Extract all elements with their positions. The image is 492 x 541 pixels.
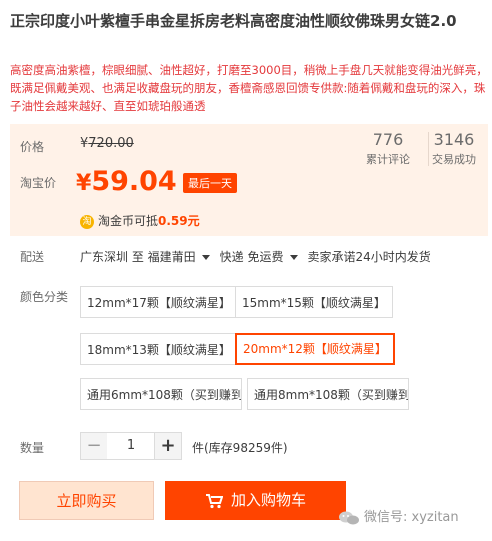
ship-to: 福建莆田 (147, 250, 196, 264)
quantity-label: 数量 (20, 441, 45, 455)
taojinbi-row: 淘淘金币可抵0.59元 (80, 212, 200, 229)
original-price: ¥720.00 (80, 136, 134, 151)
sales-count: 3146 (433, 130, 475, 149)
current-price-value: 59.04 (91, 166, 177, 197)
quantity-input[interactable] (107, 432, 155, 460)
option-12mm[interactable]: 12mm*17颗【顺纹满星】 (80, 286, 238, 318)
stock-text: 件(库存98259件) (192, 441, 288, 455)
ship-to-select[interactable]: 福建莆田 (148, 250, 220, 264)
wechat-icon (339, 511, 359, 524)
original-price-value: 720.00 (88, 136, 134, 151)
shipping-row: 广东深圳 至 福建莆田 快递 免运费 卖家承诺24小时内发货 (80, 248, 431, 265)
option-18mm[interactable]: 18mm*13颗【顺纹满星】 (80, 333, 238, 365)
option-8mm-108[interactable]: 通用8mm*108颗（买到赚到 (247, 378, 409, 410)
buy-now-button[interactable]: 立即购买 (19, 481, 154, 520)
wechat-watermark: 微信号: xyzitan (338, 506, 459, 526)
product-subtitle: 高密度高油紫檀，棕眼细腻、油性超好，打磨至3000目，稍微上手盘几天就能变得油光… (10, 63, 488, 113)
reviews-label: 累计评论 (366, 153, 410, 166)
price-label: 价格 (20, 140, 45, 154)
option-15mm[interactable]: 15mm*15颗【顺纹满星】 (235, 286, 393, 318)
ship-method-select[interactable]: 快递 免运费 (220, 250, 308, 264)
add-to-cart-button[interactable]: 加入购物车 (165, 481, 346, 520)
cart-icon (205, 493, 223, 508)
taobao-price-label: 淘宝价 (20, 176, 57, 190)
shipping-label: 配送 (20, 250, 45, 264)
current-price: ¥59.04 (76, 166, 177, 197)
options-label: 颜色分类 (20, 290, 69, 304)
price-panel: 价格 ¥720.00 淘宝价 ¥59.04 最后一天 776 累计评论 3146… (10, 124, 488, 236)
promo-badge: 最后一天 (183, 173, 237, 193)
ship-from: 广东深圳 至 (80, 250, 144, 264)
option-20mm-selected[interactable]: 20mm*12颗【顺纹满星】 (235, 333, 395, 365)
sales-label: 交易成功 (432, 153, 476, 166)
taojinbi-value: 0.59元 (158, 214, 200, 228)
reviews-count: 776 (372, 130, 404, 149)
quantity-minus-button[interactable]: − (80, 432, 108, 460)
reviews-stat[interactable]: 776 累计评论 (358, 130, 418, 167)
currency-symbol: ¥ (76, 171, 92, 196)
chevron-down-icon (289, 255, 298, 260)
add-to-cart-label: 加入购物车 (230, 491, 306, 509)
product-title: 正宗印度小叶紫檀手串金星拆房老料高密度油性顺纹佛珠男女链2.0 (10, 12, 457, 30)
sales-stat: 3146 交易成功 (424, 130, 484, 167)
taojinbi-text: 淘金币可抵 (98, 214, 159, 228)
taojinbi-coin-icon: 淘 (80, 214, 94, 229)
chevron-down-icon (201, 255, 210, 260)
ship-promise: 卖家承诺24小时内发货 (307, 250, 431, 264)
watermark-text: 微信号: xyzitan (364, 510, 459, 525)
quantity-plus-button[interactable]: + (154, 432, 182, 460)
option-6mm-108[interactable]: 通用6mm*108颗（买到赚到 (80, 378, 242, 410)
ship-method: 快递 免运费 (219, 250, 284, 264)
